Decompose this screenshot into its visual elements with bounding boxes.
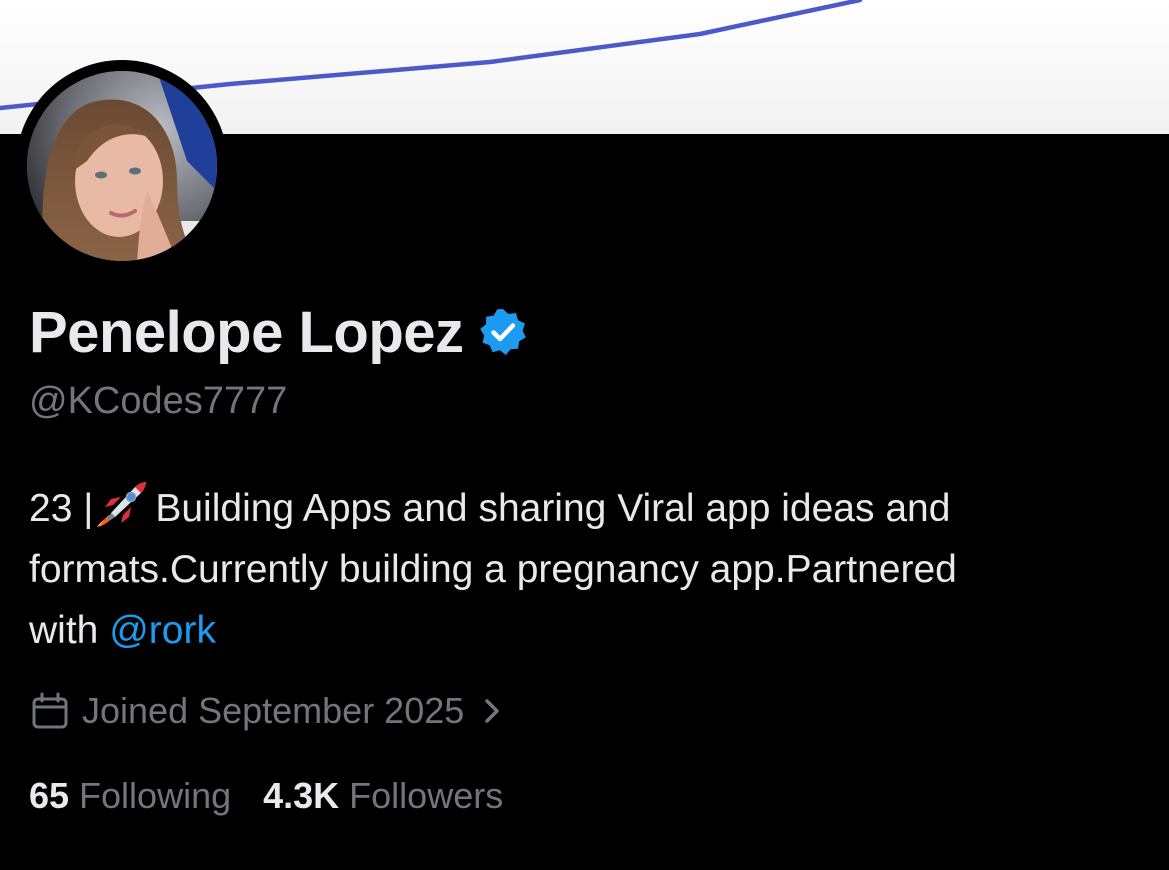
profile-bio: 23 | Building Apps and sharing Viral app… [29, 478, 1139, 661]
followers-count: 4.3K [263, 775, 340, 816]
profile-name-row: Penelope Lopez [29, 299, 528, 365]
followers-stat[interactable]: 4.3K Followers [263, 775, 503, 817]
rocket-icon [95, 479, 149, 529]
joined-date-text: Joined September 2025 [82, 690, 465, 731]
bio-line-1: 23 | Building Apps and sharing Viral app… [29, 478, 1139, 539]
verified-badge-icon[interactable] [478, 307, 528, 357]
bio-age-text: 23 | [29, 487, 94, 530]
display-name: Penelope Lopez [29, 299, 464, 365]
profile-handle: @KCodes7777 [29, 380, 288, 422]
following-count: 65 [29, 775, 70, 816]
bio-line-3: with @rork [29, 600, 1139, 661]
calendar-icon [30, 691, 70, 731]
following-label: Following [79, 775, 232, 816]
chevron-right-icon[interactable] [478, 694, 506, 728]
bio-description-2: formats.Currently building a pregnancy a… [29, 548, 957, 591]
followers-label: Followers [349, 775, 504, 816]
bio-with-text: with [29, 609, 99, 652]
follow-stats: 65 Following 4.3K Followers [29, 773, 503, 819]
mention-link-rork[interactable]: @rork [109, 609, 216, 652]
avatar-photo[interactable] [27, 71, 217, 261]
avatar[interactable] [16, 60, 228, 272]
following-stat[interactable]: 65 Following [29, 775, 231, 817]
bio-description-1: Building Apps and sharing Viral app idea… [155, 487, 951, 530]
joined-date-row[interactable]: Joined September 2025 [30, 688, 506, 734]
profile-page: Penelope Lopez @KCodes7777 23 | Building… [0, 0, 1169, 870]
